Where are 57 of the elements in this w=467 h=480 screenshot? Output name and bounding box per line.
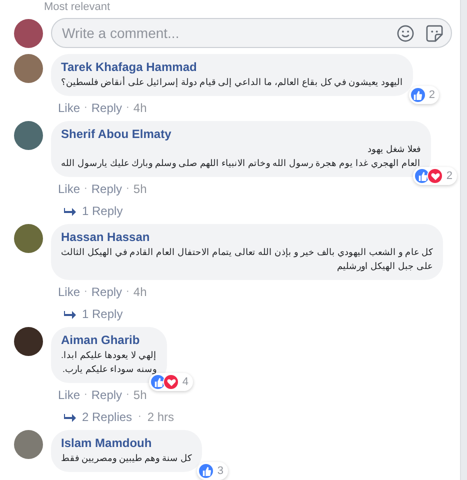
commenter-name[interactable]: Aiman Gharib bbox=[61, 333, 157, 348]
comment-text: العام الهجري غدا يوم هجرة رسول الله وخاتم الانبياء اللهم صلى وسلم وبارك عليك يارسول الله bbox=[61, 157, 421, 170]
commenter-name[interactable]: Tarek Khafaga Hammad bbox=[61, 60, 404, 75]
action-link[interactable]: 2 Replies bbox=[82, 410, 132, 424]
avatar[interactable] bbox=[14, 327, 43, 356]
comment-text: كل عام و الشعب اليهودي بالف خير و بإذن الله تعالى يتمام الاحتفال العام القادم في الهيكل الثالث bbox=[61, 246, 433, 259]
timestamp: 2 hrs bbox=[147, 410, 174, 424]
separator-dot: · bbox=[126, 285, 130, 299]
comment-text: وسنه سوداء عليكم يارب. bbox=[62, 363, 157, 376]
commenter-name[interactable]: Hassan Hassan bbox=[61, 230, 433, 245]
timestamp: 5h bbox=[133, 182, 147, 196]
reaction-count: 2 bbox=[428, 88, 436, 102]
sort-label[interactable]: Most relevant bbox=[14, 0, 110, 14]
timestamp: 4h bbox=[133, 285, 147, 299]
comment-text: اليهود يعيشون في كل بقاع العالم، ما الداعي إلى قيام دولة إسرائيل على أنقاض فلسطين؟ bbox=[61, 75, 404, 89]
separator-dot: · bbox=[138, 410, 142, 424]
sticker-icon[interactable] bbox=[426, 24, 443, 42]
reply-arrow-icon bbox=[64, 206, 76, 216]
reaction-badge[interactable]: 4 bbox=[149, 373, 193, 391]
reaction-count: 2 bbox=[446, 169, 453, 183]
action-link[interactable]: Reply bbox=[91, 388, 122, 402]
commenter-name[interactable]: Islam Mamdouh bbox=[61, 436, 192, 451]
action-link[interactable]: Reply bbox=[91, 285, 122, 299]
comment-text: فعلا شغل يهود bbox=[366, 143, 421, 156]
action-link[interactable]: Like bbox=[58, 101, 80, 115]
separator-dot: · bbox=[126, 388, 130, 402]
reaction-count: 3 bbox=[217, 464, 224, 478]
action-link[interactable]: 1 Reply bbox=[82, 307, 123, 321]
commenter-name[interactable]: Sherif Abou Elmaty bbox=[61, 127, 421, 142]
comment-field[interactable]: Write a comment... bbox=[51, 18, 452, 48]
separator-dot: · bbox=[84, 101, 88, 115]
reaction-badge[interactable]: 2 bbox=[413, 167, 457, 185]
action-link[interactable]: 1 Reply bbox=[82, 204, 123, 218]
action-link[interactable]: Like bbox=[58, 182, 80, 196]
separator-dot: · bbox=[126, 182, 130, 196]
reaction-badge[interactable]: 3 bbox=[197, 462, 228, 480]
separator-dot: · bbox=[126, 101, 130, 115]
separator-dot: · bbox=[84, 182, 88, 196]
timestamp: 5h bbox=[133, 388, 147, 402]
avatar[interactable] bbox=[14, 121, 43, 150]
comment-text: كل سنة وهم طيبين ومصريين فقط bbox=[61, 452, 192, 465]
comment-text: على جبل الهيكل اورشليم bbox=[336, 260, 433, 273]
emoji-icon[interactable] bbox=[397, 24, 414, 42]
reaction-badge[interactable]: 2 bbox=[408, 86, 440, 104]
action-link[interactable]: Like bbox=[58, 388, 80, 402]
separator-dot: · bbox=[84, 285, 88, 299]
reply-arrow-icon bbox=[64, 412, 76, 422]
timestamp: 4h bbox=[133, 101, 147, 115]
comment-text: إلهي لا يعودها عليكم ابدا. bbox=[61, 349, 157, 362]
avatar bbox=[14, 18, 43, 48]
action-link[interactable]: Reply bbox=[91, 101, 122, 115]
reply-arrow-icon bbox=[64, 310, 76, 318]
action-link[interactable]: Like bbox=[58, 285, 80, 299]
reaction-count: 4 bbox=[182, 375, 189, 389]
separator-dot: · bbox=[84, 388, 88, 402]
comment-input-field[interactable]: Write a comment... bbox=[62, 22, 397, 44]
action-link[interactable]: Reply bbox=[91, 182, 122, 196]
